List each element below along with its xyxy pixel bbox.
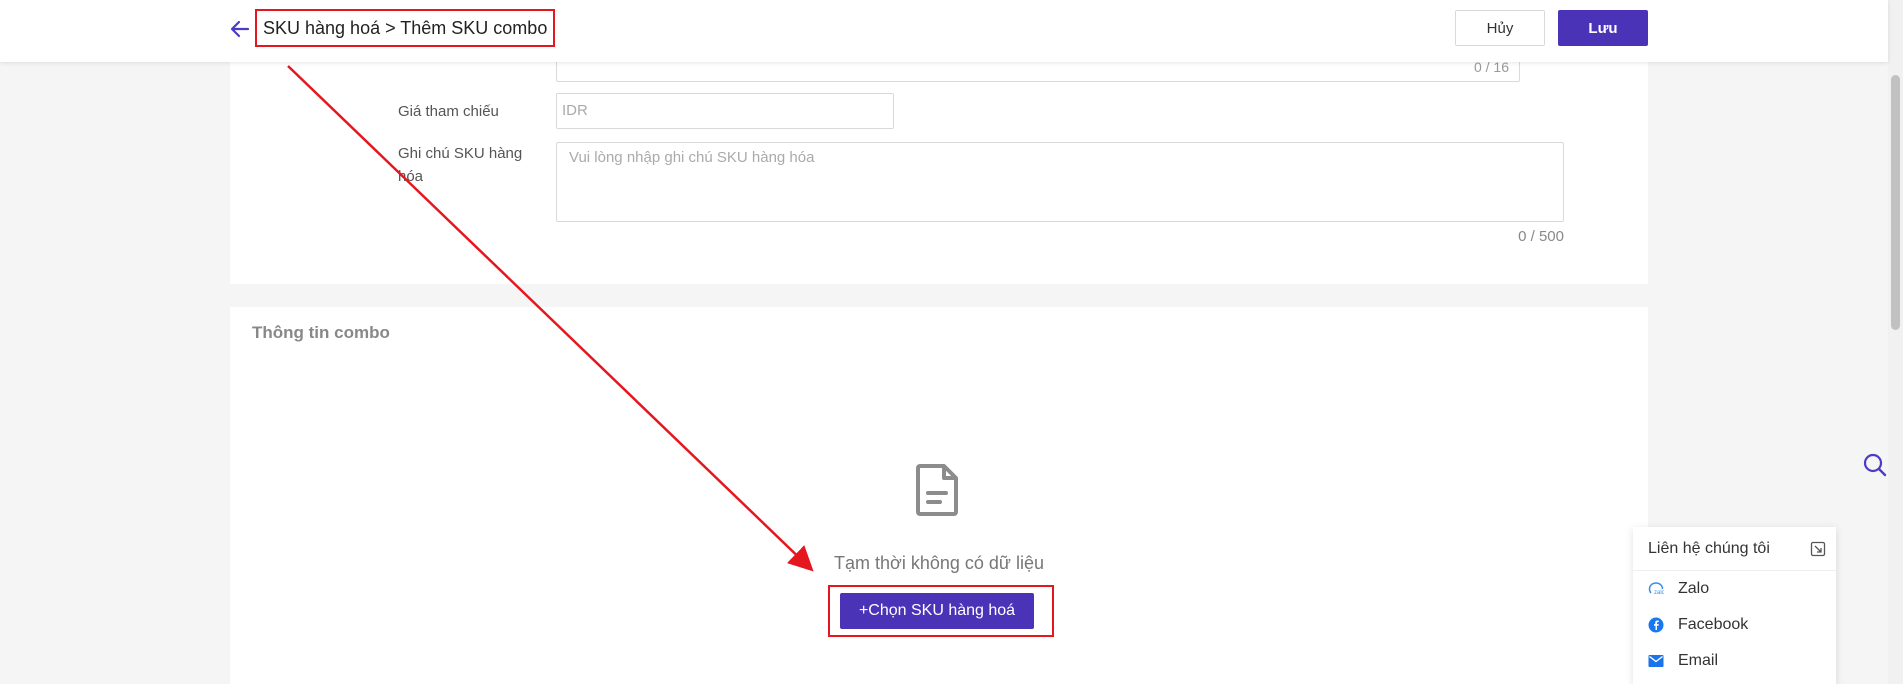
contact-title: Liên hệ chúng tôi — [1648, 539, 1770, 557]
note-textarea[interactable]: Vui lòng nhập ghi chú SKU hàng hóa — [556, 142, 1564, 222]
combo-info-card: Thông tin combo Tạm thời không có dữ liệ… — [230, 307, 1648, 684]
document-icon — [914, 463, 962, 517]
sku-form-card: 0 / 16 Giá tham chiếu IDR Ghi chú SKU hà… — [230, 52, 1648, 284]
note-label: Ghi chú SKU hàng hóa — [398, 145, 523, 185]
choose-sku-button[interactable]: +Chọn SKU hàng hoá — [840, 593, 1034, 629]
breadcrumb: SKU hàng hoá > Thêm SKU combo — [255, 9, 555, 47]
contact-item-label: Facebook — [1678, 616, 1749, 633]
top-bar: SKU hàng hoá > Thêm SKU combo Hủy Lưu — [0, 0, 1888, 62]
contact-item-label: Email — [1678, 652, 1719, 669]
zalo-icon: zalo — [1648, 581, 1664, 597]
scrollbar-thumb[interactable] — [1891, 75, 1900, 330]
section-title: Thông tin combo — [252, 323, 390, 342]
breadcrumb-text: SKU hàng hoá > Thêm SKU combo — [263, 17, 548, 38]
contact-item-email[interactable]: Email — [1633, 643, 1836, 679]
search-icon[interactable] — [1862, 452, 1888, 478]
contact-item-facebook[interactable]: Facebook — [1633, 607, 1836, 643]
email-icon — [1648, 653, 1664, 669]
contact-header: Liên hệ chúng tôi — [1633, 527, 1836, 571]
cancel-button[interactable]: Hủy — [1455, 10, 1545, 46]
minimize-icon[interactable] — [1810, 541, 1826, 557]
note-char-counter: 0 / 500 — [1518, 228, 1564, 245]
back-arrow-icon[interactable] — [228, 17, 252, 41]
contact-item-label: Zalo — [1678, 580, 1710, 597]
facebook-icon — [1648, 617, 1664, 633]
contact-widget: Liên hệ chúng tôi zalo Zalo Facebook Ema… — [1633, 527, 1836, 684]
svg-text:zalo: zalo — [1654, 590, 1664, 596]
save-button[interactable]: Lưu — [1558, 10, 1648, 46]
contact-item-zalo[interactable]: zalo Zalo — [1633, 571, 1836, 607]
price-label: Giá tham chiếu — [398, 103, 499, 120]
add-sku-highlight: +Chọn SKU hàng hoá — [828, 585, 1054, 637]
empty-state-text: Tạm thời không có dữ liệu — [834, 553, 1044, 573]
price-input[interactable]: IDR — [556, 93, 894, 129]
